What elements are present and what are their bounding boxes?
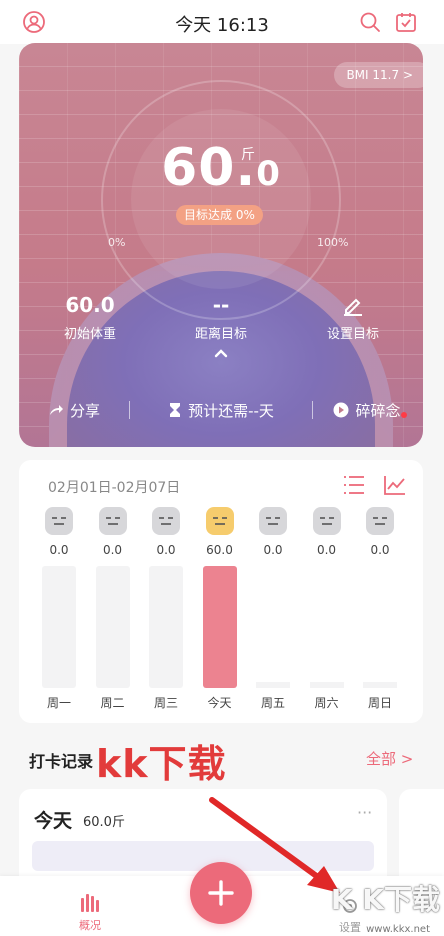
- day-column[interactable]: 0.0 周五: [253, 460, 293, 723]
- records-title: 打卡记录: [29, 752, 94, 771]
- set-goal-button[interactable]: 设置目标: [298, 293, 408, 342]
- mood-face-icon: [152, 507, 180, 535]
- notification-dot: [401, 411, 407, 418]
- day-bar: [309, 682, 344, 688]
- corner-watermark: K K下载: [330, 883, 440, 916]
- day-value: 60.0: [206, 543, 233, 557]
- calendar-check-icon[interactable]: [392, 8, 420, 36]
- day-bar: [42, 566, 76, 688]
- estimate-button[interactable]: 预计还需--天: [130, 400, 312, 421]
- estimate-label: 预计还需--天: [188, 401, 274, 420]
- current-weight-value: 60.0: [161, 138, 281, 198]
- day-value: 0.0: [370, 543, 390, 557]
- day-value: 0.0: [49, 543, 69, 557]
- mood-face-icon: [45, 507, 73, 535]
- weight-hero-card: BMI 11.7 > 60.0 斤 目标达成 0% 0% 100% 60.0 初…: [19, 43, 423, 447]
- bar-chart-icon: [81, 894, 99, 912]
- edit-icon: [298, 293, 408, 319]
- day-column[interactable]: 60.0 今天: [200, 460, 240, 723]
- hourglass-icon: [170, 403, 181, 417]
- day-bar: [149, 566, 183, 688]
- day-column[interactable]: 0.0 周二: [93, 460, 133, 723]
- tab-overview-label: 概况: [79, 919, 101, 932]
- goal-progress-badge: 目标达成 0%: [176, 205, 263, 225]
- initial-weight-stat: 60.0 初始体重: [35, 293, 145, 342]
- record-weight: 60.0斤: [83, 815, 125, 830]
- day-column[interactable]: 0.0 周一: [39, 460, 79, 723]
- day-label: 周日: [367, 696, 392, 710]
- search-icon[interactable]: [356, 8, 384, 36]
- day-column[interactable]: 0.0 周日: [360, 460, 400, 723]
- mood-face-icon: [259, 507, 287, 535]
- pct-min-label: 0%: [108, 236, 126, 249]
- notes-label: 碎碎念: [355, 401, 401, 420]
- mood-face-icon: [312, 507, 341, 535]
- set-goal-label: 设置目标: [326, 327, 379, 342]
- distance-stat: -- 距离目标: [166, 293, 276, 342]
- chevron-up-icon[interactable]: [213, 346, 229, 362]
- mood-face-icon: [98, 507, 127, 535]
- initial-weight-value: 60.0: [65, 293, 115, 317]
- day-bar: [95, 566, 130, 688]
- distance-label: 距离目标: [194, 327, 247, 342]
- day-value: 0.0: [102, 543, 123, 557]
- notes-button[interactable]: 碎碎念: [313, 400, 421, 421]
- day-column[interactable]: 0.0 周六: [307, 460, 347, 723]
- mood-face-icon: [205, 507, 234, 535]
- day-bar: [202, 566, 237, 688]
- bmi-badge[interactable]: BMI 11.7 >: [334, 62, 423, 88]
- day-label: 周六: [314, 696, 339, 710]
- share-label: 分享: [69, 401, 100, 420]
- share-button[interactable]: 分享: [19, 400, 129, 421]
- day-bar: [256, 682, 290, 688]
- current-weight: 60.0 斤: [19, 138, 423, 198]
- watermark-url: www.kkx.net: [366, 924, 430, 935]
- weight-disc: [131, 109, 311, 289]
- tab-overview[interactable]: 概况: [60, 892, 120, 933]
- mood-face-icon: [366, 507, 394, 535]
- day-value: 0.0: [316, 543, 337, 557]
- distance-value: --: [212, 293, 230, 317]
- add-record-button[interactable]: [190, 862, 252, 924]
- day-label: 周三: [153, 696, 178, 710]
- initial-weight-label: 初始体重: [63, 327, 116, 342]
- day-label: 周一: [46, 696, 71, 710]
- day-label: 周五: [260, 696, 285, 710]
- weekly-card: 02月01日-02月07日 0.0 周一 0.0 周二 0.0 周三 60.0 今天 0.0 周五…: [19, 460, 423, 723]
- day-bar: [363, 682, 397, 688]
- plus-icon: [208, 880, 234, 906]
- day-value: 0.0: [263, 543, 283, 557]
- top-bar: 今天 16:13: [0, 0, 444, 44]
- day-column[interactable]: 0.0 周三: [146, 460, 186, 723]
- day-value: 0.0: [156, 543, 176, 557]
- day-label: 周二: [100, 696, 125, 710]
- record-day: 今天: [34, 810, 73, 832]
- play-circle-icon: [333, 402, 349, 418]
- action-bar: 分享 预计还需--天 碎碎念: [19, 388, 423, 432]
- pct-max-label: 100%: [317, 236, 349, 249]
- share-icon: [49, 405, 63, 415]
- watermark-text: kk下载: [96, 742, 227, 786]
- view-all-link[interactable]: 全部 >: [366, 748, 413, 769]
- day-label: 今天: [207, 696, 232, 710]
- weight-unit: 斤: [241, 147, 255, 163]
- more-icon[interactable]: ···: [357, 803, 372, 822]
